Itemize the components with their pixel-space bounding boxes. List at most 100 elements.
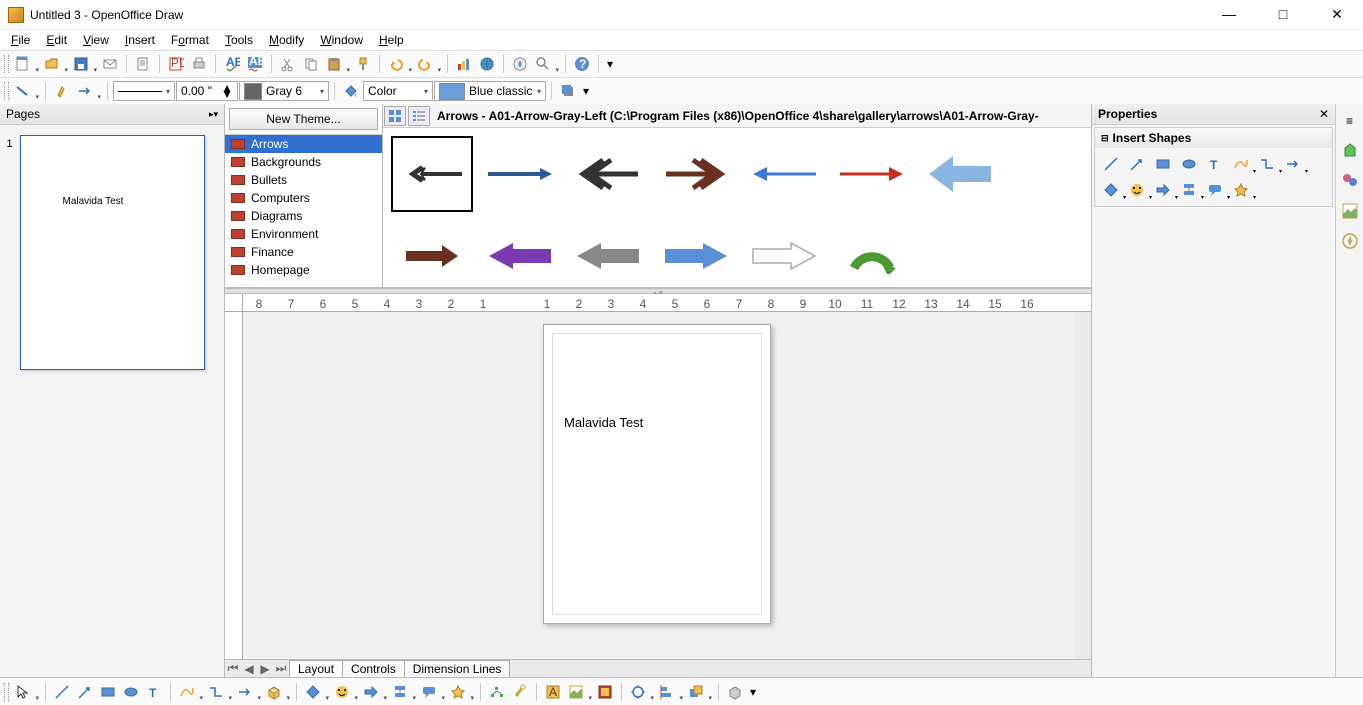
gallery-theme-diagrams[interactable]: Diagrams xyxy=(225,207,382,225)
glue-points-tool[interactable] xyxy=(509,681,531,703)
gallery-arrow-1[interactable] xyxy=(391,136,473,212)
gallery-theme-bullets[interactable]: Bullets xyxy=(225,171,382,189)
flowchart-tool[interactable] xyxy=(389,681,411,703)
format-paintbrush-button[interactable] xyxy=(352,53,374,75)
page-thumbnail[interactable]: 1 Malavida Test xyxy=(20,135,205,370)
lines-arrows-tool[interactable] xyxy=(234,681,256,703)
menu-view[interactable]: View xyxy=(76,31,116,49)
paste-button[interactable] xyxy=(323,53,345,75)
line-color-combo[interactable]: Gray 6▾ xyxy=(239,81,329,101)
area-fill-button[interactable] xyxy=(340,80,362,102)
fill-color-combo[interactable]: Blue classic▾ xyxy=(434,81,546,101)
sidebar-properties-icon[interactable] xyxy=(1339,140,1361,162)
curve-tool[interactable] xyxy=(176,681,198,703)
insert-shapes-header[interactable]: ⊟Insert Shapes xyxy=(1095,128,1332,148)
points-tool[interactable] xyxy=(486,681,508,703)
menu-file[interactable]: File xyxy=(4,31,37,49)
shape-symbol[interactable] xyxy=(1127,180,1147,200)
menu-tools[interactable]: Tools xyxy=(218,31,260,49)
toolbar-handle[interactable] xyxy=(4,55,9,73)
menu-modify[interactable]: Modify xyxy=(262,31,311,49)
tab-controls[interactable]: Controls xyxy=(342,660,405,677)
symbol-shapes-tool[interactable] xyxy=(331,681,353,703)
gallery-arrow-10[interactable] xyxy=(567,218,649,287)
canvas[interactable]: Malavida Test xyxy=(243,312,1075,659)
fontwork-tool[interactable]: A xyxy=(542,681,564,703)
gallery-theme-list[interactable]: Arrows Backgrounds Bullets Computers Dia… xyxy=(225,134,382,287)
shape-arrow-line[interactable] xyxy=(1127,154,1147,174)
shape-block-arrow[interactable] xyxy=(1153,180,1173,200)
edit-file-button[interactable] xyxy=(132,53,154,75)
ellipse-tool[interactable] xyxy=(120,681,142,703)
shape-basic[interactable] xyxy=(1101,180,1121,200)
alignment-tool[interactable] xyxy=(656,681,678,703)
sidebar-gallery-icon[interactable] xyxy=(1339,200,1361,222)
3d-tool[interactable] xyxy=(263,681,285,703)
line-style-button[interactable] xyxy=(12,80,34,102)
gallery-list-view-button[interactable] xyxy=(408,106,430,126)
gallery-theme-environment[interactable]: Environment xyxy=(225,225,382,243)
gallery-icon-view-button[interactable] xyxy=(384,106,406,126)
chart-button[interactable] xyxy=(453,53,475,75)
block-arrows-tool[interactable] xyxy=(360,681,382,703)
gallery-tool[interactable] xyxy=(594,681,616,703)
sidebar-navigator-icon[interactable] xyxy=(1339,230,1361,252)
shadow-button[interactable] xyxy=(557,80,579,102)
minimize-button[interactable]: — xyxy=(1211,6,1247,23)
rectangle-tool[interactable] xyxy=(97,681,119,703)
canvas-page[interactable]: Malavida Test xyxy=(543,324,771,624)
pdf-export-button[interactable]: PDF xyxy=(165,53,187,75)
tab-nav-next[interactable]: ▶ xyxy=(257,662,273,676)
line-tool[interactable] xyxy=(51,681,73,703)
tab-layout[interactable]: Layout xyxy=(289,660,343,677)
shape-star[interactable] xyxy=(1231,180,1251,200)
gallery-arrow-7[interactable] xyxy=(919,136,1001,212)
zoom-button[interactable] xyxy=(532,53,554,75)
gallery-theme-arrows[interactable]: Arrows xyxy=(225,135,382,153)
properties-close-icon[interactable]: ✕ xyxy=(1319,107,1329,121)
toolbar-overflow[interactable]: ▾ xyxy=(580,80,592,102)
gallery-arrow-3[interactable] xyxy=(567,136,649,212)
menu-help[interactable]: Help xyxy=(372,31,411,49)
gallery-theme-homepage[interactable]: Homepage xyxy=(225,261,382,279)
print-button[interactable] xyxy=(188,53,210,75)
from-file-tool[interactable] xyxy=(565,681,587,703)
shape-curve[interactable] xyxy=(1231,154,1251,174)
maximize-button[interactable]: □ xyxy=(1265,6,1301,23)
toolbar-overflow[interactable]: ▾ xyxy=(747,681,759,703)
shape-flowchart[interactable] xyxy=(1179,180,1199,200)
toolbar-handle[interactable] xyxy=(4,82,9,100)
auto-spellcheck-button[interactable]: ABC xyxy=(244,53,266,75)
tab-nav-last[interactable]: ⏭ xyxy=(273,661,289,676)
line-width-field[interactable]: 0.00 "▲▼ xyxy=(176,81,238,101)
tab-nav-prev[interactable]: ◀ xyxy=(241,662,257,676)
shape-connector[interactable] xyxy=(1257,154,1277,174)
sidebar-menu-icon[interactable]: ≡ xyxy=(1339,110,1361,132)
menu-edit[interactable]: Edit xyxy=(39,31,74,49)
line-style-combo[interactable]: ▾ xyxy=(113,81,175,101)
shape-text[interactable]: T xyxy=(1205,154,1225,174)
new-theme-button[interactable]: New Theme... xyxy=(229,108,378,130)
tab-dimension-lines[interactable]: Dimension Lines xyxy=(404,660,511,677)
gallery-arrow-9[interactable] xyxy=(479,218,561,287)
open-button[interactable] xyxy=(41,53,63,75)
help-button[interactable]: ? xyxy=(571,53,593,75)
gallery-theme-computers[interactable]: Computers xyxy=(225,189,382,207)
text-tool[interactable]: T xyxy=(143,681,165,703)
gallery-arrow-8[interactable] xyxy=(391,218,473,287)
connector-tool[interactable] xyxy=(205,681,227,703)
menu-format[interactable]: Format xyxy=(164,31,216,49)
basic-shapes-tool[interactable] xyxy=(302,681,324,703)
vertical-scrollbar[interactable] xyxy=(1075,312,1091,659)
select-tool[interactable] xyxy=(12,681,34,703)
cut-button[interactable] xyxy=(277,53,299,75)
undo-button[interactable] xyxy=(385,53,407,75)
close-button[interactable]: ✕ xyxy=(1319,6,1355,23)
shape-callout[interactable] xyxy=(1205,180,1225,200)
highlight-button[interactable] xyxy=(51,80,73,102)
copy-button[interactable] xyxy=(300,53,322,75)
fill-type-combo[interactable]: Color▾ xyxy=(363,81,433,101)
shape-rectangle[interactable] xyxy=(1153,154,1173,174)
tab-nav-first[interactable]: ⏮ xyxy=(225,661,241,676)
gallery-arrow-2[interactable] xyxy=(479,136,561,212)
